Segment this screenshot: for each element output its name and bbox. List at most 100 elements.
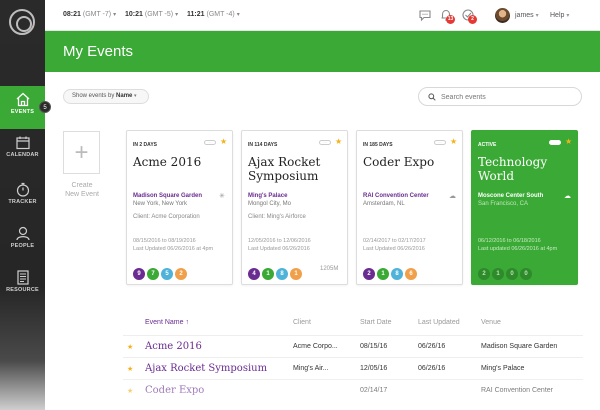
status-count: 0: [506, 268, 518, 280]
star-icon[interactable]: ★: [220, 137, 227, 146]
event-dates: 08/15/2016 to 08/19/2016: [133, 238, 196, 244]
event-status-counts: 2100: [478, 262, 534, 280]
table-row[interactable]: ★ Ajax Rocket Symposium Ming's Air... 12…: [123, 357, 583, 379]
status-count: 6: [405, 268, 417, 280]
event-name: Acme 2016: [133, 155, 202, 169]
event-card[interactable]: IN 185 DAYS ··· ★ Coder Expo RAI Convent…: [356, 130, 463, 285]
row-last-updated: 06/26/16: [418, 365, 446, 372]
sidebar-item-people[interactable]: PEOPLE: [0, 220, 45, 263]
sidebar-item-label: EVENTS: [10, 109, 35, 115]
event-size: 1205M: [320, 266, 339, 272]
column-header-client[interactable]: Client: [293, 319, 311, 326]
clock-time: 10:21: [125, 11, 143, 18]
event-dates: 06/12/2016 to 06/18/2016: [478, 238, 541, 244]
row-venue: RAI Convention Center: [481, 387, 553, 394]
clock-2[interactable]: 10:21 (GMT -5) ▾: [125, 11, 178, 18]
row-start-date: 12/05/16: [360, 365, 388, 372]
status-count: 9: [133, 268, 145, 280]
status-count: 2: [175, 268, 187, 280]
clock-time: 08:21: [63, 11, 81, 18]
card-menu-pill[interactable]: ···: [434, 140, 446, 145]
user-menu[interactable]: james ▾: [515, 12, 539, 19]
row-start-date: 02/14/17: [360, 387, 388, 394]
event-status-counts: 9752: [133, 262, 189, 280]
sidebar-item-label: RESOURCE: [6, 287, 39, 293]
search-input[interactable]: [441, 91, 571, 103]
status-count: 1: [290, 268, 302, 280]
clock-time: 11:21: [187, 11, 205, 18]
app-logo[interactable]: [9, 9, 35, 35]
card-menu-pill[interactable]: ···: [549, 140, 561, 145]
event-venue: Ming's Palace: [248, 193, 288, 199]
event-dates: 12/05/2016 to 12/06/2016: [248, 238, 311, 244]
event-venue: Moscone Center South: [478, 193, 544, 199]
create-label-line: Create: [71, 182, 93, 189]
stopwatch-icon: [16, 182, 29, 197]
column-header-last-updated[interactable]: Last Updated: [418, 319, 460, 326]
tasks-badge: 2: [468, 15, 477, 24]
star-icon[interactable]: ★: [127, 343, 133, 351]
sidebar-item-resource[interactable]: RESOURCE: [0, 264, 45, 307]
column-header-event-name[interactable]: Event Name ↑: [145, 319, 189, 326]
clock-1[interactable]: 08:21 (GMT -7) ▾: [63, 11, 116, 18]
star-icon[interactable]: ★: [450, 137, 457, 146]
create-new-event-label[interactable]: Create New Event: [57, 181, 107, 199]
clock-timezone: (GMT -5): [144, 11, 174, 18]
column-header-start-date[interactable]: Start Date: [360, 319, 392, 326]
event-name: Coder Expo: [363, 155, 435, 169]
star-icon[interactable]: ★: [335, 137, 342, 146]
event-card[interactable]: IN 114 DAYS ··· ★ Ajax Rocket Symposium …: [241, 130, 348, 285]
cloud-icon: ☁: [449, 193, 456, 200]
table-row[interactable]: ★ Acme 2016 Acme Corpo... 08/15/16 06/26…: [123, 335, 583, 357]
help-menu[interactable]: Help ▾: [550, 12, 569, 19]
table-row[interactable]: ★ Coder Expo 02/14/17 RAI Convention Cen…: [123, 379, 583, 401]
chevron-down-icon: ▾: [113, 12, 117, 18]
sidebar: EVENTS 5 CALENDAR TRACKER PEOPLE RESOURC…: [0, 0, 51, 410]
cloud-icon: ☁: [564, 193, 571, 200]
row-venue: Madison Square Garden: [481, 343, 558, 350]
clock-3[interactable]: 11:21 (GMT -4) ▾: [187, 11, 240, 18]
star-icon[interactable]: ★: [127, 387, 133, 395]
event-status-counts: 4181: [248, 262, 304, 280]
create-new-event-button[interactable]: +: [63, 131, 100, 174]
event-city: Mongol City, Mo: [248, 201, 291, 207]
event-last-updated: Last updated 06/26/2016 at 4pm: [478, 246, 558, 252]
avatar[interactable]: [495, 8, 510, 23]
event-client: Client: Ming's Airforce: [248, 214, 306, 220]
status-count: 2: [478, 268, 490, 280]
status-count: 8: [391, 268, 403, 280]
event-card-active[interactable]: ACTIVE ··· ★ Technology World Moscone Ce…: [471, 130, 578, 285]
sidebar-item-label: CALENDAR: [6, 152, 39, 158]
event-client: Client: Acme Corporation: [133, 214, 200, 220]
card-menu-pill[interactable]: ···: [204, 140, 216, 145]
status-count: 1: [262, 268, 274, 280]
star-icon[interactable]: ★: [127, 365, 133, 373]
event-days-label: IN 185 DAYS: [363, 142, 393, 148]
chevron-down-icon: ▾: [134, 93, 137, 99]
search-box[interactable]: [418, 87, 582, 106]
sidebar-item-calendar[interactable]: CALENDAR: [0, 129, 45, 172]
row-event-name: Ajax Rocket Symposium: [145, 363, 268, 374]
show-events-by-dropdown[interactable]: Show events by Name ▾: [63, 89, 149, 104]
star-icon[interactable]: ★: [565, 137, 572, 146]
column-header-venue[interactable]: Venue: [481, 319, 501, 326]
top-bar: 08:21 (GMT -7) ▾ 10:21 (GMT -5) ▾ 11:21 (G…: [45, 0, 600, 31]
sidebar-item-tracker[interactable]: TRACKER: [0, 176, 45, 219]
status-count: 0: [520, 268, 532, 280]
person-icon: [15, 226, 30, 241]
chat-icon[interactable]: [418, 8, 432, 22]
event-name: Technology World: [478, 155, 548, 183]
event-last-updated: Last Updated 06/26/2016: [363, 246, 425, 252]
row-event-name: Coder Expo: [145, 385, 205, 396]
events-count-badge: 5: [39, 101, 51, 113]
status-count: 4: [248, 268, 260, 280]
event-card[interactable]: IN 2 DAYS ··· ★ Acme 2016 Madison Square…: [126, 130, 233, 285]
user-name: james: [515, 12, 534, 19]
plus-icon: +: [74, 138, 89, 166]
event-dates: 02/14/2017 to 02/17/2017: [363, 238, 426, 244]
status-count: 8: [276, 268, 288, 280]
page-title: My Events: [63, 43, 134, 60]
filter-value: Name: [116, 93, 133, 99]
card-menu-pill[interactable]: ···: [319, 140, 331, 145]
chevron-down-icon: ▾: [566, 13, 570, 19]
